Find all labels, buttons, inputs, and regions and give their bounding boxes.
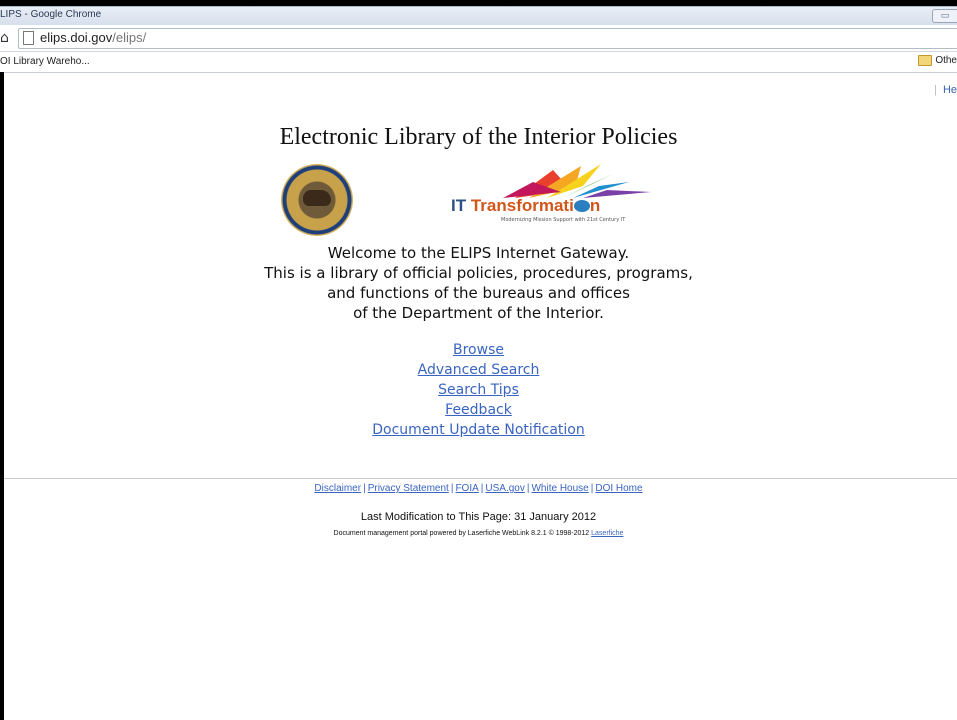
privacy-statement-link[interactable]: Privacy Statement: [368, 483, 449, 494]
welcome-text: Welcome to the ELIPS Internet Gateway. T…: [0, 243, 957, 323]
globe-icon: [573, 200, 590, 212]
home-icon[interactable]: ⌂: [0, 30, 9, 46]
footer-separator: |: [480, 483, 484, 494]
url-host: elips.doi.gov: [40, 30, 113, 45]
advanced-search-link[interactable]: Advanced Search: [0, 360, 957, 380]
doi-home-link[interactable]: DOI Home: [595, 483, 642, 494]
footer-separator: |: [590, 483, 594, 494]
welcome-line-4: of the Department of the Interior.: [353, 304, 604, 322]
search-tips-link[interactable]: Search Tips: [0, 380, 957, 400]
folder-icon: [918, 55, 933, 66]
powered-by-label: Document management portal powered by La…: [333, 530, 590, 537]
foia-link[interactable]: FOIA: [455, 483, 478, 494]
powered-by-text: Document management portal powered by La…: [0, 530, 957, 537]
footer-separator: |: [363, 483, 366, 494]
footer-divider: [4, 478, 957, 479]
title-bar: LIPS - Google Chrome ▭: [0, 6, 957, 25]
doi-seal-logo: [281, 164, 353, 236]
browse-link[interactable]: Browse: [0, 340, 957, 360]
laserfiche-link[interactable]: Laserfiche: [591, 530, 623, 537]
welcome-line-1: Welcome to the ELIPS Internet Gateway.: [327, 244, 630, 262]
page-icon: [23, 31, 34, 45]
welcome-line-3: and functions of the bureaus and offices: [327, 284, 630, 302]
help-separator: |: [934, 84, 937, 96]
window-title: LIPS - Google Chrome: [0, 9, 102, 20]
browser-toolbar: ⌂ elips.doi.gov/elips/: [0, 25, 957, 52]
feedback-link[interactable]: Feedback: [0, 400, 957, 420]
it-transformation-text: IT Transformati n: [451, 196, 600, 216]
help-link[interactable]: | He: [934, 84, 957, 96]
bookmarks-bar: OI Library Wareho... Othe: [0, 52, 957, 73]
white-house-link[interactable]: White House: [531, 483, 588, 494]
it-word-end: n: [589, 196, 601, 215]
other-bookmarks-label: Othe: [935, 55, 957, 66]
minimize-button[interactable]: ▭: [932, 9, 957, 23]
page-title: Electronic Library of the Interior Polic…: [279, 124, 678, 150]
it-prefix: IT: [451, 196, 467, 215]
disclaimer-link[interactable]: Disclaimer: [314, 483, 361, 494]
url-text[interactable]: elips.doi.gov/elips/: [40, 30, 146, 45]
it-tagline: Modernizing Mission Support with 21st Ce…: [501, 217, 626, 223]
last-modification-text: Last Modification to This Page: 31 Janua…: [360, 511, 597, 523]
bookmark-doi-library[interactable]: OI Library Wareho...: [0, 56, 90, 67]
document-update-notification-link[interactable]: Document Update Notification: [0, 420, 957, 440]
footer-separator: |: [450, 483, 454, 494]
help-label: He: [942, 84, 957, 96]
footer-separator: |: [526, 483, 530, 494]
url-path: /elips/: [112, 30, 147, 45]
it-word: Transformati: [470, 196, 574, 215]
main-nav: Browse Advanced Search Search Tips Feedb…: [0, 340, 957, 440]
it-transformation-logo: IT Transformati n Modernizing Mission Sup…: [443, 160, 668, 226]
welcome-line-2: This is a library of official policies, …: [264, 264, 693, 282]
bison-icon: [303, 190, 331, 206]
usa-gov-link[interactable]: USA.gov: [485, 483, 524, 494]
other-bookmarks[interactable]: Othe: [918, 55, 957, 66]
address-bar[interactable]: elips.doi.gov/elips/: [18, 28, 957, 49]
footer-links: Disclaimer | Privacy Statement | FOIA | USA.go…: [0, 483, 957, 494]
browser-window: LIPS - Google Chrome ▭ ⌂ elips.doi.gov/e…: [0, 0, 957, 720]
